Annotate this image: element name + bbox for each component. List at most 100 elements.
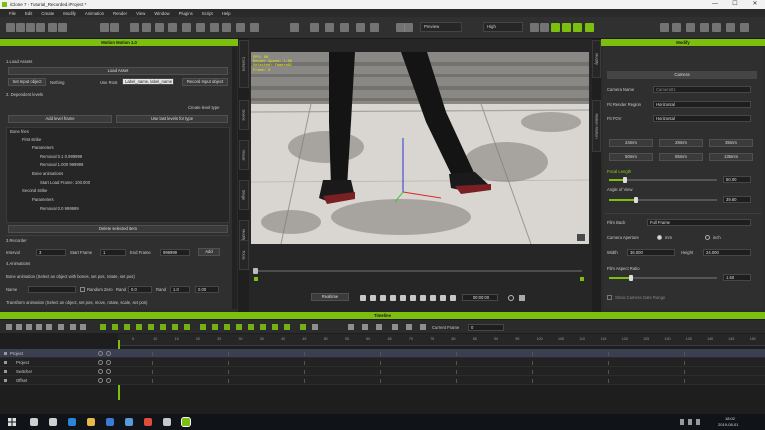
use-last-levels-button[interactable]: Use last levels for type — [116, 115, 228, 123]
playback-settings-icon[interactable] — [508, 295, 514, 301]
key-marker[interactable] — [608, 379, 609, 383]
key-marker[interactable] — [532, 352, 533, 356]
water-icon[interactable] — [356, 23, 365, 32]
timeline-track[interactable]: Switcher — [0, 367, 765, 376]
key-marker[interactable] — [304, 352, 305, 356]
slider-handle[interactable] — [628, 275, 633, 281]
start-button[interactable] — [8, 418, 16, 426]
timeline-tool-icon[interactable] — [284, 324, 290, 330]
track-visibility-icon[interactable] — [98, 360, 103, 365]
menu-item-create[interactable]: Create — [41, 11, 54, 16]
edge-icon[interactable] — [68, 418, 76, 426]
add-button[interactable]: Add — [198, 248, 220, 256]
record-input-object-button[interactable]: Record Input object — [182, 78, 228, 86]
range-start-marker[interactable] — [254, 277, 258, 281]
new-icon[interactable] — [6, 23, 15, 32]
name-input[interactable] — [28, 286, 76, 293]
key-marker[interactable] — [608, 361, 609, 365]
key-marker[interactable] — [380, 361, 381, 365]
play-icon[interactable] — [530, 23, 539, 32]
timeline-tool-icon[interactable] — [312, 324, 318, 330]
timeline-tool-icon[interactable] — [420, 324, 426, 330]
end-frame-input[interactable]: 999999 — [160, 249, 190, 256]
key-marker[interactable] — [152, 352, 153, 356]
film-aspect-slider[interactable] — [609, 275, 717, 281]
search-icon[interactable] — [30, 418, 38, 426]
3d-viewport[interactable]: FPS: 60 Render Speed: 1.00 Selected: Cam… — [251, 52, 589, 244]
light-icon[interactable] — [222, 23, 231, 32]
prev-key-icon[interactable] — [370, 295, 376, 301]
timeline-tool-icon[interactable] — [300, 324, 306, 330]
use-root-input[interactable]: Label_name, label_name — [122, 78, 174, 85]
angle-of-view-slider[interactable] — [609, 197, 717, 203]
open-icon[interactable] — [700, 23, 709, 32]
redo-icon[interactable] — [110, 23, 119, 32]
timeline-tool-icon[interactable] — [172, 324, 178, 330]
tree-icon[interactable] — [340, 23, 349, 32]
timeline-tool-icon[interactable] — [16, 324, 22, 330]
delete-selected-button[interactable]: Delete selected item — [8, 225, 228, 233]
save-icon[interactable] — [26, 23, 35, 32]
timeline-tool-icon[interactable] — [200, 324, 206, 330]
open-icon[interactable] — [16, 23, 25, 32]
menu-item-help[interactable]: Help — [222, 11, 231, 16]
timeline-tool-icon[interactable] — [100, 324, 106, 330]
timeline-tool-icon[interactable] — [136, 324, 142, 330]
settings-icon[interactable] — [440, 295, 446, 301]
viewport-corner-icon[interactable] — [577, 234, 585, 241]
width-input[interactable]: 36.000 — [627, 249, 675, 256]
aperture-mm-radio[interactable] — [657, 235, 662, 240]
track-lock-icon[interactable] — [106, 378, 111, 383]
key-marker[interactable] — [380, 352, 381, 356]
save-as-icon[interactable] — [726, 23, 735, 32]
random-checkbox[interactable] — [80, 287, 85, 292]
set-input-object-button[interactable]: Set Input object — [8, 78, 46, 86]
key-marker[interactable] — [456, 370, 457, 374]
task-view-icon[interactable] — [49, 418, 57, 426]
render-quality-dropdown[interactable]: Preview — [420, 22, 462, 32]
key-marker[interactable] — [608, 370, 609, 374]
right-side-tab-1[interactable]: Motion Motion — [592, 100, 601, 152]
timeline-tool-icon[interactable] — [272, 324, 278, 330]
record-icon[interactable] — [404, 23, 413, 32]
tree-item-root[interactable]: Bone fries — [10, 129, 29, 134]
fit-render-region-dropdown[interactable]: Horizontal — [653, 101, 751, 108]
key-marker[interactable] — [684, 379, 685, 383]
export-icon[interactable] — [58, 23, 67, 32]
explorer-icon[interactable] — [87, 418, 95, 426]
key-marker[interactable] — [228, 370, 229, 374]
key-marker[interactable] — [456, 379, 457, 383]
menu-item-plugins[interactable]: Plugins — [179, 11, 193, 16]
tree-item-bone-animations[interactable]: Bone animations — [32, 171, 63, 176]
play-icon[interactable] — [390, 295, 396, 301]
next-key-icon[interactable] — [400, 295, 406, 301]
playback-options-icon[interactable] — [519, 295, 525, 301]
timeline-tool-icon[interactable] — [148, 324, 154, 330]
height-input[interactable]: 24.000 — [703, 249, 751, 256]
track-visibility-icon[interactable] — [98, 378, 103, 383]
lens-135mm-button[interactable]: 135mm — [709, 153, 753, 161]
save-icon[interactable] — [712, 23, 721, 32]
track-visibility-icon[interactable] — [98, 369, 103, 374]
menu-item-animation[interactable]: Animation — [85, 11, 104, 16]
timeline-tool-icon[interactable] — [212, 324, 218, 330]
timecode-display[interactable]: 00:00:00 — [462, 294, 498, 301]
taskbar-date[interactable]: 2019-08-01 — [718, 422, 738, 427]
prop-icon[interactable] — [236, 23, 245, 32]
timeline-tool-icon[interactable] — [58, 324, 64, 330]
film-aspect-input[interactable]: 1.50 — [723, 274, 751, 281]
side-tab-content[interactable]: Content — [239, 40, 249, 88]
value-a-input[interactable]: 0.0 — [128, 286, 152, 293]
terrain-icon[interactable] — [250, 23, 259, 32]
timeline-tool-icon[interactable] — [6, 324, 12, 330]
timeline-tool-icon[interactable] — [260, 324, 266, 330]
sun-icon[interactable] — [562, 23, 571, 32]
track-lock-icon[interactable] — [106, 369, 111, 374]
import-icon[interactable] — [740, 23, 749, 32]
timeline-tool-icon[interactable] — [36, 324, 42, 330]
current-frame-input[interactable]: 0 — [468, 324, 504, 331]
load-asset-button[interactable]: Load Asset — [8, 67, 228, 75]
particle-icon[interactable] — [310, 23, 319, 32]
key-marker[interactable] — [304, 379, 305, 383]
key-marker[interactable] — [228, 361, 229, 365]
